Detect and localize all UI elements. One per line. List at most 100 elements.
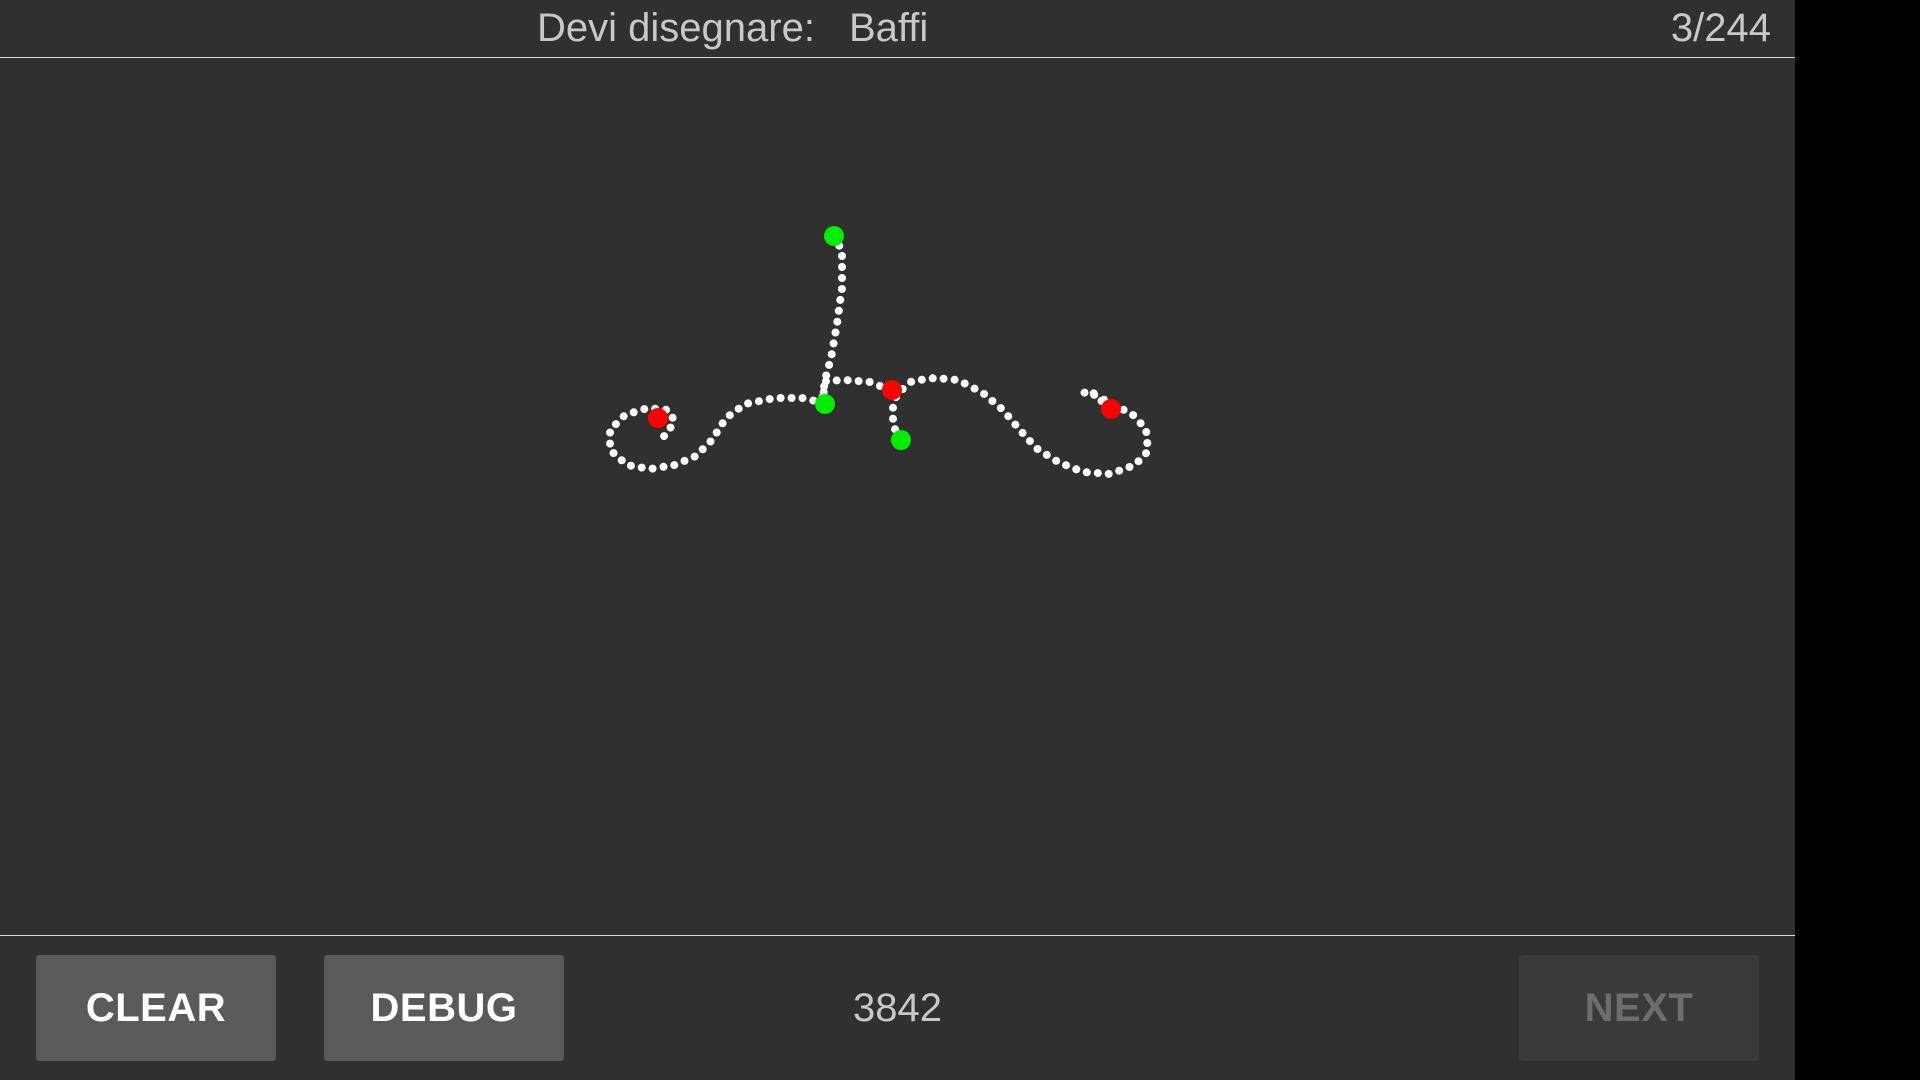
stroke-start-marker [891,430,911,450]
stroke-point [1042,450,1051,459]
stroke-point [706,437,715,446]
stroke-point [666,423,675,432]
score-value: 3842 [853,986,942,1030]
stroke-point [1025,437,1034,446]
stroke-point [843,376,852,385]
stroke-point [754,397,763,406]
stroke-point [725,411,734,420]
stroke-end-marker [882,380,902,400]
stroke-point [718,419,727,428]
stroke-point [617,456,626,465]
footer-divider [0,935,1795,936]
stroke-point [833,317,842,326]
stroke-point [648,464,657,473]
stroke-point [854,377,863,386]
stroke-end-marker [1101,399,1121,419]
next-button[interactable]: NEXT [1519,955,1759,1061]
stroke-point [1143,439,1152,447]
stroke-point [1129,411,1138,420]
stroke-point [1142,449,1150,458]
stroke-point [889,403,897,412]
stroke-point [626,461,635,470]
stroke-point [1082,468,1091,477]
stroke-point [637,463,646,472]
stroke-point [1134,457,1143,466]
stroke-point [1018,428,1027,437]
stroke-point [640,405,649,414]
prompt-text: Devi disegnare: Baffi [537,6,928,50]
stroke-point [836,295,845,304]
stroke-start-marker [824,226,844,246]
stroke-point [838,274,846,282]
stroke-point [988,397,997,405]
stroke-point [611,420,620,429]
stroke-point [1062,461,1071,470]
stroke-point [734,404,743,413]
clear-button[interactable]: CLEAR [36,955,276,1061]
stroke-point [776,394,785,402]
stroke-points [606,232,1152,478]
stroke-point [1052,456,1061,465]
stroke-markers [648,226,1121,450]
prompt-label: Devi disegnare: [537,6,815,50]
stroke-point [834,306,843,315]
stroke-end-marker [648,408,668,428]
stroke-point [917,375,926,384]
stroke-point [837,285,846,293]
stroke-point [1136,419,1145,428]
stroke-point [1072,465,1081,474]
stroke-point [829,339,838,348]
stroke-point [798,394,807,403]
stroke-point [889,414,897,423]
stroke-point [1033,445,1042,453]
stroke-point [831,328,840,337]
stroke-point [698,445,707,454]
target-word: Baffi [848,6,929,50]
stroke-point [1142,428,1151,436]
stroke-point [827,350,836,359]
stroke-point [765,395,774,404]
stroke-point [606,428,614,437]
stroke-point [690,452,699,461]
stroke-point [1011,420,1020,429]
drawing-canvas[interactable] [0,58,1795,935]
stroke-point [960,379,969,388]
stroke-point [980,389,989,398]
progress-counter: 3/244 [1670,6,1771,50]
stroke-point [1093,469,1102,478]
stroke-point [670,461,679,470]
stroke-point [928,374,937,383]
stroke-point [996,404,1005,413]
stroke-point [660,432,669,441]
stroke-point [609,449,618,458]
stroke-point [1115,466,1124,475]
stroke-point [606,439,614,448]
stroke-point [1104,469,1113,478]
stroke-point [832,376,841,385]
stroke-point [744,399,753,408]
stroke-point [680,456,689,465]
stroke-start-marker [815,394,835,414]
stroke-point [629,408,638,417]
stroke-point [821,377,830,386]
stroke-point [838,252,846,260]
stroke-point [1080,388,1089,397]
stroke-point [659,462,668,471]
stroke-point [970,384,979,393]
drawing-app: Devi disegnare: Baffi 3/244 CLEAR DEBUG 3… [0,0,1795,1080]
stroke-point [838,263,846,271]
header-bar: Devi disegnare: Baffi 3/244 [0,0,1795,57]
stroke-point [787,394,796,402]
stroke-point [712,428,721,437]
stroke-point [950,375,959,384]
debug-button[interactable]: DEBUG [324,955,564,1061]
stroke-point [939,374,948,383]
stroke-point [619,412,628,421]
stroke-point [825,360,834,369]
stroke-point [865,378,874,386]
stroke-point [1125,463,1134,471]
stroke-point [668,413,677,422]
screen-edge [1795,0,1920,1080]
stroke-point [1089,389,1098,398]
stroke-point [907,377,916,386]
